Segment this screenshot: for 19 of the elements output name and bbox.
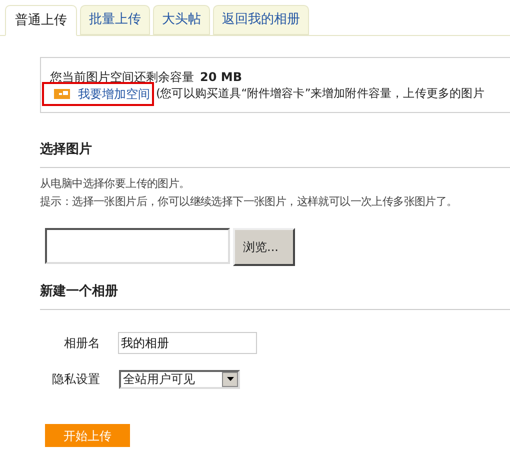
field-label: 相册名 — [63, 335, 100, 352]
album-name-field[interactable]: 我的相册 — [118, 332, 257, 354]
notice-note: (您可以购买道具“附件增容卡”来增加附件容量，上传更多的图片 — [156, 85, 484, 102]
file-path-field[interactable] — [45, 228, 230, 264]
browse-button[interactable]: 浏览... — [233, 228, 295, 266]
section-heading: 新建一个相册 — [40, 282, 119, 301]
card-icon — [54, 89, 70, 99]
tab[interactable]: 批量上传 — [80, 5, 150, 35]
hint-text: 从电脑中选择你要上传的图片。 — [40, 176, 191, 192]
tab[interactable]: 大头帖 — [153, 5, 210, 35]
section-heading: 选择图片 — [40, 141, 93, 159]
caret-icon — [226, 377, 234, 381]
add-space-link[interactable]: 我要增加空间 — [78, 85, 150, 103]
tab[interactable]: 返回我的相册 — [213, 5, 309, 35]
space-amount: 20 MB — [200, 69, 242, 86]
tab[interactable]: 普通上传 — [5, 5, 77, 36]
privacy-dropdown[interactable]: 全站用户可见 — [119, 370, 240, 388]
field-label: 隐私设置 — [51, 371, 100, 388]
hint-text: 提示：选择一张图片后，你可以继续选择下一张图片，这样就可以一次上传多张图片了。 — [40, 194, 458, 210]
